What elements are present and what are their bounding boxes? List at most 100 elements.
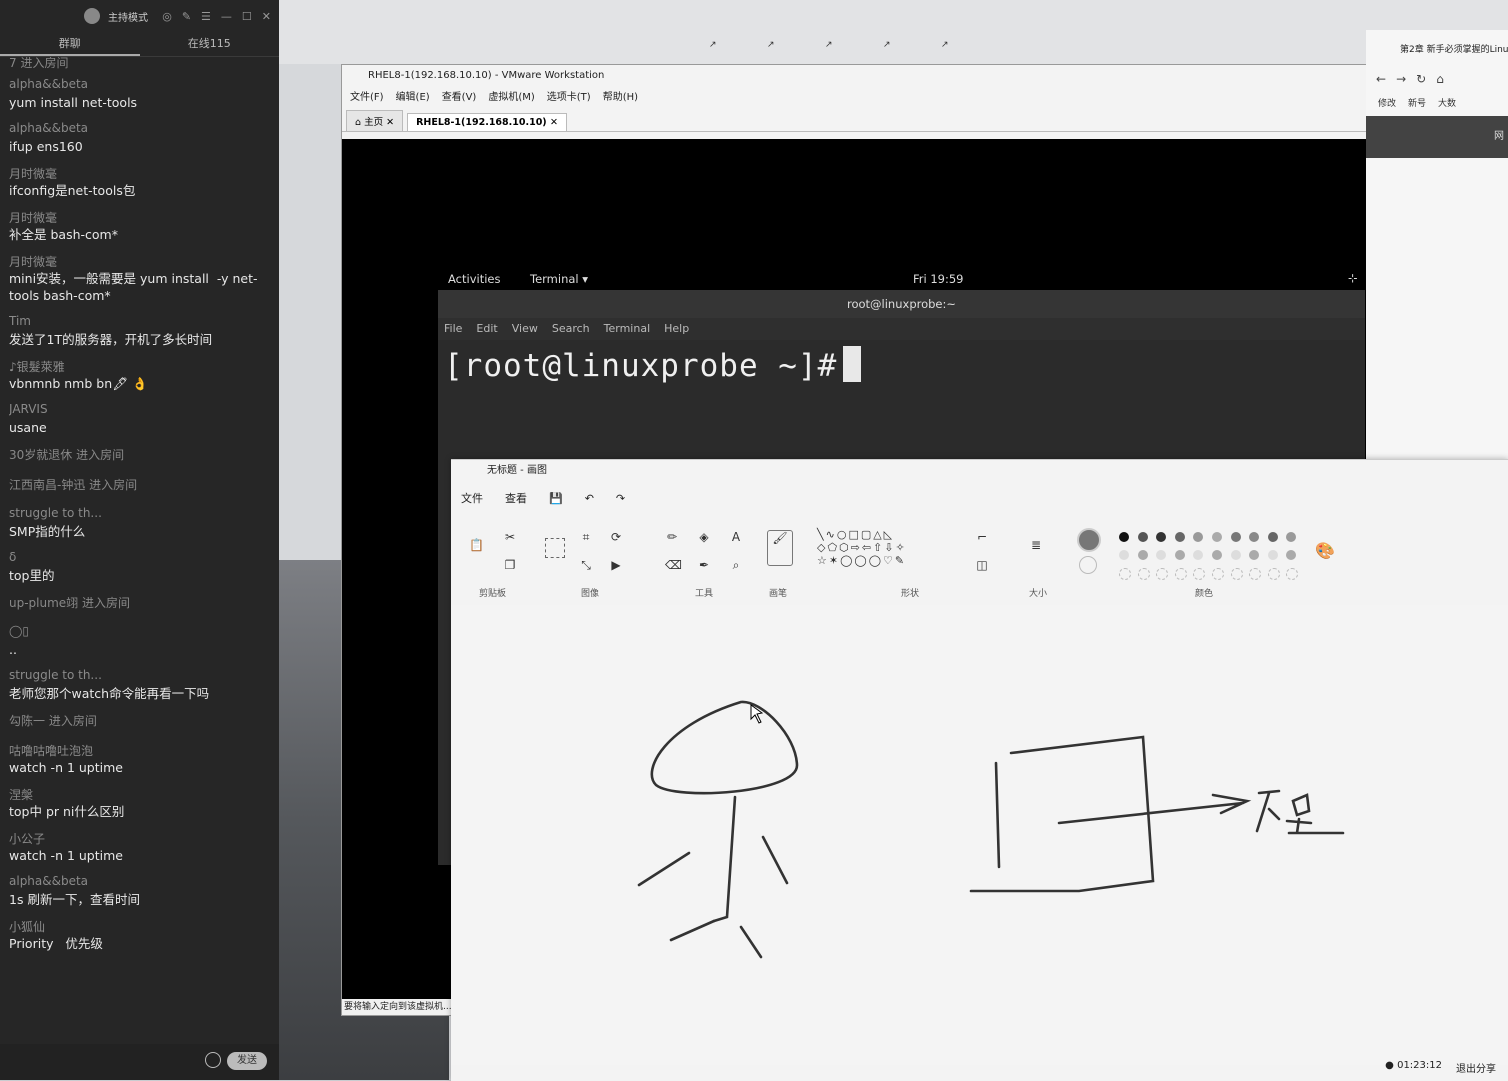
toolbar-icon[interactable]: ↗ [709, 40, 717, 50]
save-icon[interactable]: 💾 [549, 492, 563, 505]
message-username[interactable]: JARVIS [9, 402, 270, 419]
color-swatch[interactable] [1119, 550, 1129, 560]
color-swatch[interactable] [1156, 532, 1167, 542]
message-username[interactable]: δ [9, 550, 270, 567]
color-swatch[interactable] [1156, 550, 1167, 560]
browser-tab[interactable]: 第2章 新手必须掌握的Linu [1366, 30, 1508, 72]
avatar[interactable] [84, 8, 100, 24]
resize-icon[interactable]: ⤡ [579, 558, 593, 572]
color-swatch[interactable] [1119, 568, 1131, 580]
color-swatch[interactable] [1193, 532, 1204, 542]
redo-icon[interactable]: ↷ [616, 492, 625, 505]
message-username[interactable]: 月时微毫 [9, 209, 270, 226]
color-swatch[interactable] [1174, 532, 1185, 542]
color-swatch[interactable] [1267, 568, 1280, 580]
emoji-icon[interactable] [205, 1052, 221, 1068]
tab-group-chat[interactable]: 群聊 [0, 32, 140, 56]
shapes-gallery[interactable]: ╲∿○□▢△◺ ◇⬠⬡⇨⇦⇧⇩✧ ☆✶◯◯◯♡✎ [817, 528, 957, 567]
message-username[interactable]: struggle to th... [9, 506, 270, 523]
minimize-icon[interactable]: — [221, 10, 232, 23]
fill-icon[interactable]: ◈ [697, 530, 711, 544]
select-icon[interactable] [545, 538, 565, 558]
send-button[interactable]: 发送 [227, 1052, 267, 1070]
message-username[interactable]: struggle to th... [9, 668, 270, 685]
color-swatch[interactable] [1137, 550, 1148, 560]
color-swatch[interactable] [1137, 532, 1148, 542]
message-username[interactable]: Tim [9, 314, 270, 331]
crop-icon[interactable]: ⌗ [579, 530, 593, 544]
picker-icon[interactable]: ✒ [697, 558, 711, 572]
color-swatch[interactable] [1156, 568, 1169, 580]
copy-icon[interactable]: ❐ [503, 558, 517, 572]
color-swatch[interactable] [1230, 532, 1241, 542]
terminal-app-menu[interactable]: Terminal ▾ [530, 272, 588, 286]
message-list[interactable]: 7 进入房间 alpha&&beta yum install net-tools a… [0, 57, 279, 1047]
color-swatch[interactable] [1174, 550, 1185, 560]
fill-style-icon[interactable]: ◫ [975, 558, 989, 572]
color-swatch[interactable] [1174, 568, 1187, 580]
brush-icon[interactable]: 🖌 [767, 530, 793, 566]
message-username[interactable]: 月时微毫 [9, 253, 270, 270]
zoom-icon[interactable]: ⌕ [729, 558, 743, 572]
tab-home[interactable]: ⌂ 主页 ✕ [346, 110, 404, 131]
network-icon[interactable]: ⊹ [1348, 271, 1358, 285]
tab-online[interactable]: 在线115 [140, 32, 280, 56]
message-username[interactable]: ◯▯ [9, 624, 270, 641]
message-username[interactable]: alpha&&beta [9, 77, 270, 94]
size-icon[interactable]: ≣ [1029, 538, 1043, 552]
outline-icon[interactable]: ⌐ [975, 530, 989, 544]
undo-icon[interactable]: ↶ [585, 492, 594, 505]
bookmark-item[interactable]: 修改 [1378, 96, 1396, 116]
color-swatch[interactable] [1193, 568, 1206, 580]
color-swatch[interactable] [1249, 532, 1260, 542]
message-username[interactable]: 咕噜咕噜吐泡泡 [9, 742, 270, 759]
rotate-icon[interactable]: ⟳ [609, 530, 623, 544]
toolbar-icon[interactable]: ↗ [825, 40, 833, 50]
color-swatch[interactable] [1286, 550, 1297, 560]
home-icon[interactable]: ⌂ [1436, 72, 1444, 96]
color-swatch[interactable] [1249, 550, 1260, 560]
vmware-menu-item[interactable]: 文件(F) [350, 87, 384, 109]
terminal-menu-item[interactable]: Help [664, 318, 689, 340]
chat-input-bar[interactable]: 发送 [0, 1044, 279, 1080]
close-icon[interactable]: ✕ [262, 10, 271, 23]
settings-icon[interactable]: ◎ [162, 10, 172, 23]
terminal-prompt-line[interactable]: [root@linuxprobe ~]# [438, 340, 1365, 384]
bookmark-item[interactable]: 新号 [1408, 96, 1426, 116]
color-swatch[interactable] [1212, 568, 1224, 580]
color-swatch[interactable] [1230, 550, 1241, 560]
message-username[interactable]: alpha&&beta [9, 874, 270, 891]
color-swatch[interactable] [1212, 532, 1222, 542]
color1-icon[interactable] [1077, 528, 1101, 552]
paste-icon[interactable]: 📋 [469, 538, 484, 552]
color-swatch[interactable] [1137, 568, 1150, 580]
color-swatch[interactable] [1119, 532, 1129, 542]
color-swatch[interactable] [1212, 550, 1222, 560]
terminal-menu-item[interactable]: Search [552, 318, 590, 340]
clock[interactable]: Fri 19:59 [913, 272, 964, 286]
color-swatch[interactable] [1193, 550, 1204, 560]
color-swatch[interactable] [1267, 532, 1278, 542]
menu-file[interactable]: 文件 [461, 490, 483, 506]
text-icon[interactable]: A [729, 530, 743, 544]
color-swatch[interactable] [1249, 568, 1262, 580]
flip-icon[interactable]: ▶ [609, 558, 623, 572]
toolbar-icon[interactable]: ↗ [767, 40, 775, 50]
menu-icon[interactable]: ☰ [201, 10, 211, 23]
toolbar-icon[interactable]: ↗ [883, 40, 891, 50]
vmware-menu-item[interactable]: 选项卡(T) [547, 87, 591, 109]
eraser-icon[interactable]: ⌫ [665, 558, 682, 572]
reload-icon[interactable]: ↻ [1416, 72, 1426, 96]
terminal-menu-item[interactable]: File [444, 318, 462, 340]
terminal-menu-item[interactable]: View [512, 318, 538, 340]
edit-colors-icon[interactable]: 🎨 [1315, 543, 1335, 559]
vmware-menu-item[interactable]: 帮助(H) [603, 87, 638, 109]
terminal-menu-item[interactable]: Edit [476, 318, 497, 340]
vmware-menu-item[interactable]: 虚拟机(M) [488, 87, 534, 109]
terminal-menu-item[interactable]: Terminal [604, 318, 651, 340]
message-username[interactable]: 小公子 [9, 830, 270, 847]
drawing-canvas[interactable] [451, 605, 1508, 1065]
toolbar-icon[interactable]: ↗ [941, 40, 949, 50]
color2-icon[interactable] [1079, 556, 1097, 574]
color-swatch[interactable] [1267, 550, 1278, 560]
